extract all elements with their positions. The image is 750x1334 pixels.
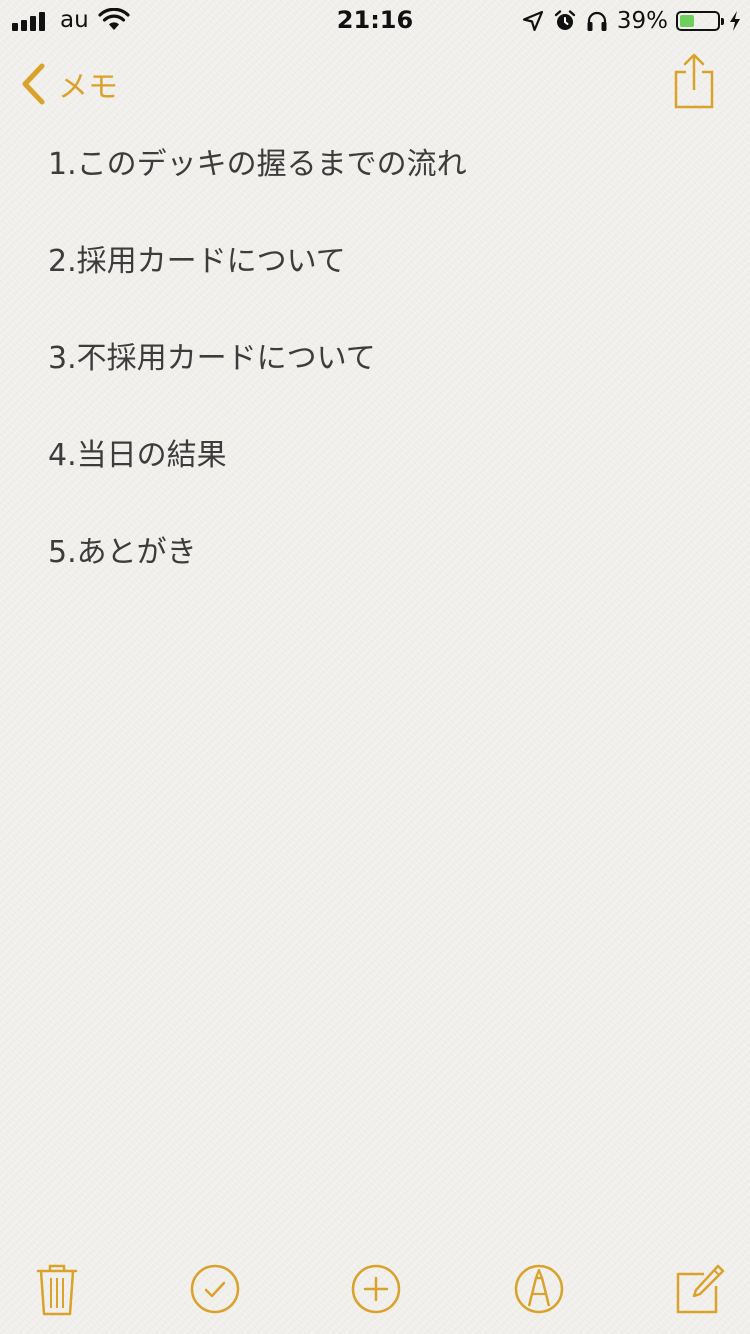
- status-right-group: 39%: [521, 6, 742, 36]
- battery-percent: 39%: [616, 8, 668, 34]
- bottom-toolbar: [0, 1262, 750, 1318]
- battery-level: [680, 15, 694, 27]
- back-button[interactable]: メモ: [18, 58, 118, 110]
- alarm-icon: [554, 10, 576, 30]
- add-icon[interactable]: [349, 1262, 403, 1316]
- compose-icon[interactable]: [672, 1262, 726, 1316]
- trash-icon[interactable]: [30, 1262, 84, 1316]
- note-body[interactable]: 1.このデッキの握るまでの流れ 2.採用カードについて 3.不採用カードについて…: [48, 138, 708, 623]
- status-bar: au 21:16 39%: [0, 0, 750, 40]
- battery-icon: [676, 11, 724, 31]
- chevron-left-icon: [22, 63, 45, 105]
- note-line: 3.不採用カードについて: [48, 341, 376, 376]
- headphones-icon: [587, 11, 607, 31]
- checklist-icon[interactable]: [188, 1262, 242, 1316]
- note-line: 4.当日の結果: [48, 438, 227, 473]
- note-line: 2.採用カードについて: [48, 244, 346, 279]
- share-icon[interactable]: [672, 52, 716, 110]
- location-arrow-icon: [522, 10, 543, 32]
- back-button-label: メモ: [58, 70, 118, 105]
- note-line: 5.あとがき: [48, 535, 197, 570]
- charging-bolt-icon: [730, 11, 740, 31]
- note-line: 1.このデッキの握るまでの流れ: [48, 147, 467, 182]
- markup-icon[interactable]: [512, 1262, 566, 1316]
